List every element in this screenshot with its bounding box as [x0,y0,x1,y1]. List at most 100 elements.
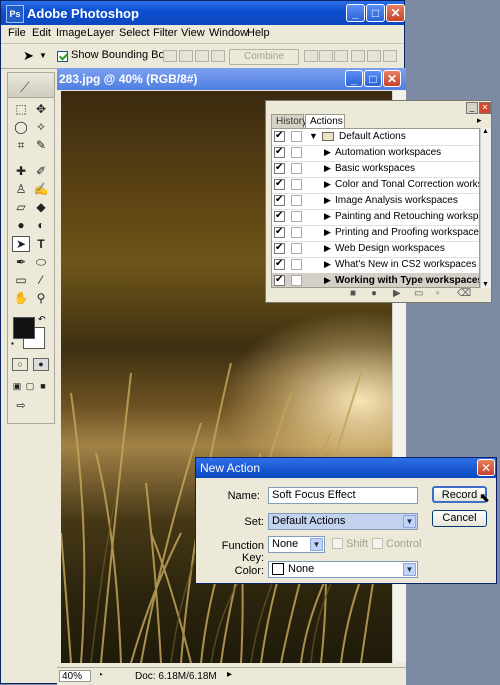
zoom-tool-icon[interactable]: ⚲ [32,290,50,306]
dialog-toggle-box[interactable] [291,163,302,174]
screen-mode-full-icon[interactable]: ■ [37,378,49,394]
palette-minimize-icon[interactable]: _ [466,102,478,114]
dialog-toggle-box[interactable] [291,275,302,286]
dialog-toggle-box[interactable] [291,227,302,238]
menu-file[interactable]: File [8,27,26,39]
expand-right-icon[interactable]: ▶ [324,227,331,238]
expand-right-icon[interactable]: ▶ [324,275,331,286]
toggle-item-check-icon[interactable] [274,258,285,270]
action-name-input[interactable]: Soft Focus Effect [268,487,418,504]
dialog-toggle-box[interactable] [291,195,302,206]
eyedropper-icon[interactable]: ⁄ [32,272,50,288]
imageready-jump-icon[interactable]: ⇨ [12,398,30,414]
combine-button[interactable]: Combine [229,49,299,65]
brush-tool-icon[interactable]: ✐ [32,163,50,179]
toggle-item-check-icon[interactable] [274,162,285,174]
toggle-item-check-icon[interactable] [274,274,285,286]
screen-mode-full-menu-icon[interactable]: ▢ [24,378,36,394]
dialog-toggle-box[interactable] [291,147,302,158]
expand-right-icon[interactable]: ▶ [324,195,331,206]
toggle-item-check-icon[interactable] [274,242,285,254]
move-tool-icon[interactable]: ➤ [23,48,34,64]
lasso-tool-icon[interactable]: ◯ [12,119,30,135]
menu-layer[interactable]: Layer [87,27,115,39]
type-tool-icon[interactable]: T [32,236,50,252]
magic-wand-icon[interactable]: ✧ [32,119,50,135]
eraser-tool-icon[interactable]: ▱ [12,199,30,215]
menu-help[interactable]: Help [247,27,270,39]
default-colors-icon[interactable]: ▪ [11,339,14,348]
action-row[interactable]: ▶ Color and Tonal Correction workspaces [272,177,479,194]
action-row[interactable]: ▶ What's New in CS2 workspaces [272,257,479,274]
path-selection-icon[interactable]: ➤ [12,236,30,252]
quick-mask-icon[interactable]: ● [33,358,49,371]
action-row[interactable]: ▶ Image Analysis workspaces [272,193,479,210]
dialog-toggle-box[interactable] [291,179,302,190]
shape-exclude-icon[interactable] [211,50,225,62]
distribute-bottom-icon[interactable] [383,50,397,62]
dialog-toggle-box[interactable] [291,259,302,270]
shape-intersect-icon[interactable] [195,50,209,62]
new-action-icon[interactable]: ▫ [436,288,440,299]
doc-maximize-button[interactable]: □ [364,70,382,87]
show-bounding-box-checkbox[interactable] [57,50,68,62]
set-dropdown-arrow-icon[interactable]: ▼ [403,515,416,528]
toggle-item-check-icon[interactable] [274,226,285,238]
action-row-selected[interactable]: ▶ Working with Type workspaces [272,273,479,287]
actions-scrollbar[interactable]: ▲ ▼ [480,128,491,288]
delete-icon[interactable]: ⌫ [457,288,471,299]
control-checkbox[interactable] [372,538,383,549]
menu-edit[interactable]: Edit [32,27,51,39]
align-bottom-icon[interactable] [334,50,348,62]
shape-add-icon[interactable] [163,50,177,62]
palette-menu-icon[interactable]: ▸ [477,115,482,126]
toggle-item-check-icon[interactable] [274,210,285,222]
distribute-middle-icon[interactable] [367,50,381,62]
menu-select[interactable]: Select [119,27,150,39]
tool-preset-dropdown-icon[interactable]: ▼ [39,51,47,60]
doc-minimize-button[interactable]: _ [345,70,363,87]
clone-stamp-icon[interactable]: ♙ [12,181,30,197]
minimize-button[interactable]: _ [346,4,365,22]
zoom-field[interactable]: 40% [59,670,91,682]
doc-close-button[interactable]: ✕ [383,70,401,87]
toggle-item-check-icon[interactable] [274,146,285,158]
screen-mode-standard-icon[interactable]: ▣ [11,378,23,394]
menu-view[interactable]: View [181,27,205,39]
dialog-toggle-box[interactable] [291,211,302,222]
notes-tool-icon[interactable]: ▭ [12,272,30,288]
align-icon[interactable] [304,50,318,62]
foreground-color-swatch-top[interactable] [13,317,35,339]
expand-right-icon[interactable]: ▶ [324,163,331,174]
dialog-close-button[interactable]: ✕ [477,459,495,476]
slice-tool-icon[interactable]: ✎ [32,137,50,153]
blur-tool-icon[interactable]: ● [12,217,30,233]
action-row[interactable]: ▶ Printing and Proofing workspaces [272,225,479,242]
dialog-toggle-box[interactable] [291,131,302,142]
status-arrow-icon[interactable]: ▸ [227,669,232,680]
align-middle-icon[interactable] [319,50,333,62]
menu-image[interactable]: Image [56,27,87,39]
close-button[interactable]: ✕ [386,4,405,22]
toggle-item-check-icon[interactable] [274,194,285,206]
color-dropdown-arrow-icon[interactable]: ▼ [403,563,416,576]
maximize-button[interactable]: □ [366,4,385,22]
hand-tool-icon[interactable]: ✋ [12,290,30,306]
expand-right-icon[interactable]: ▶ [324,243,331,254]
menu-filter[interactable]: Filter [153,27,177,39]
play-icon[interactable]: ▶ [393,288,401,299]
stop-icon[interactable]: ■ [350,288,356,299]
set-select[interactable]: Default Actions ▼ [268,513,418,530]
action-row[interactable]: ▶ Web Design workspaces [272,241,479,258]
record-icon[interactable]: ● [371,288,377,299]
function-key-select[interactable]: None ▼ [268,536,325,553]
standard-mode-icon[interactable]: ○ [12,358,28,371]
paint-bucket-icon[interactable]: ◆ [32,199,50,215]
shape-tool-icon[interactable]: ⬭ [32,254,50,270]
expand-down-icon[interactable]: ▼ [309,131,318,141]
swap-colors-icon[interactable]: ↶ [38,314,46,325]
tab-history[interactable]: History [271,114,307,128]
color-select[interactable]: None ▼ [268,561,418,578]
dodge-tool-icon[interactable]: ◐ [32,217,50,233]
history-brush-icon[interactable]: ✍ [32,181,50,197]
